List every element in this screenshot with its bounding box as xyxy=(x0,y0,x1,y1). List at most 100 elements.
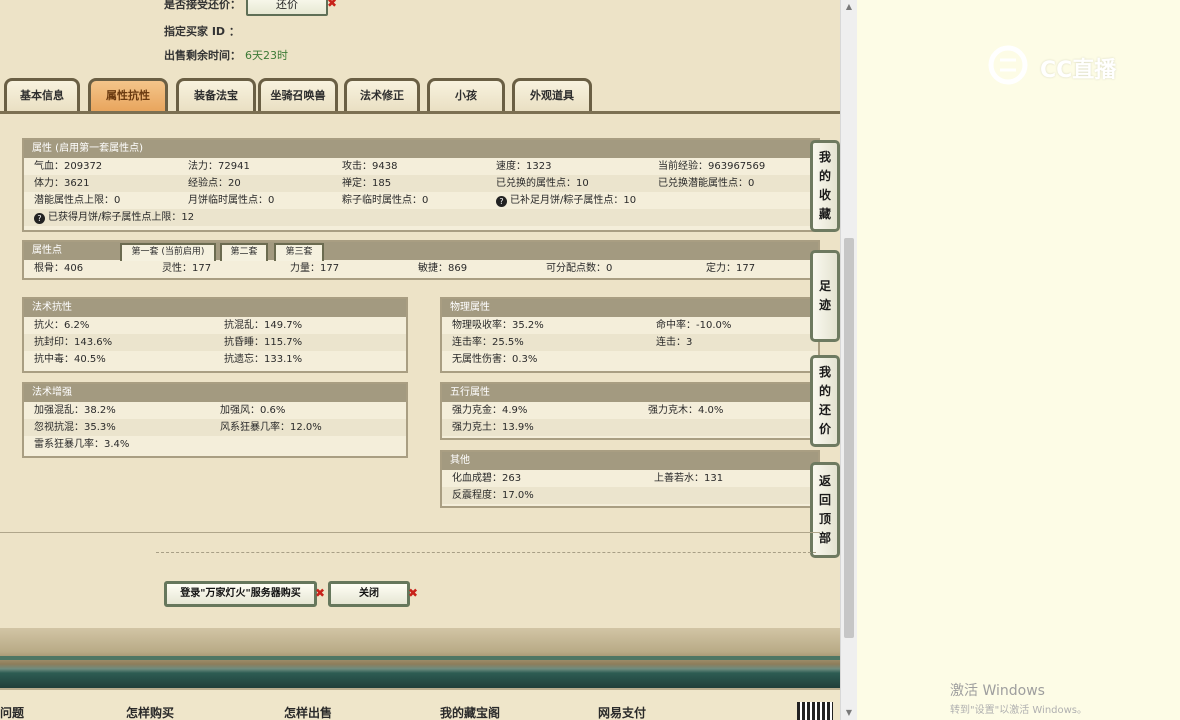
point-magic: 灵性：177 xyxy=(162,263,212,274)
vs-earth: 强力克土：13.9% xyxy=(452,422,534,433)
footer-link-my-treasure[interactable]: 我的藏宝阁 xyxy=(440,704,500,720)
resist-row: 抗中毒：40.5% 抗遗忘：133.1% xyxy=(24,351,406,368)
hit-rate: 命中率：-10.0% xyxy=(656,320,732,331)
tab-mount-summon[interactable]: 坐骑召唤兽 xyxy=(258,78,338,112)
resist-poison: 抗中毒：40.5% xyxy=(34,354,106,365)
scroll-up-icon[interactable]: ▲ xyxy=(841,0,857,14)
footer-link-faq[interactable]: 问题 xyxy=(0,704,24,720)
tab-divider xyxy=(0,111,840,114)
attr-mp: 法力：72941 xyxy=(188,161,250,172)
my-favorites-button[interactable]: 我的收藏 xyxy=(810,140,840,232)
resist-row: 抗火：6.2% 抗混乱：149.7% xyxy=(24,317,406,334)
back-to-top-button[interactable]: 返回顶部 xyxy=(810,462,840,558)
side-button-char: 返 xyxy=(818,474,831,488)
panel-header: 属性点 第一套 (当前启用) 第二套 第三套 xyxy=(24,242,818,261)
help-icon[interactable]: ? xyxy=(34,213,45,224)
dashed-divider xyxy=(156,552,816,553)
resist-fire: 抗火：6.2% xyxy=(34,320,90,331)
panel-title: 五行属性 xyxy=(442,384,818,402)
point-agility: 敏捷：869 xyxy=(418,263,468,274)
footer-link-netease-pay[interactable]: 网易支付 xyxy=(598,704,646,720)
attr-filled-points: ? 已补足月饼/粽子属性点：10 xyxy=(496,192,636,209)
footer-link-how-buy[interactable]: 怎样购买 xyxy=(126,704,174,720)
attr-obtained-limit: ? 已获得月饼/粽子属性点上限：12 xyxy=(34,209,194,226)
subtab-set-three[interactable]: 第三套 xyxy=(274,243,324,261)
tab-equipment[interactable]: 装备法宝 xyxy=(176,78,256,112)
login-buy-button[interactable]: 登录"万家灯火"服务器购买 xyxy=(164,581,317,607)
attributes-panel: 属性 (启用第一套属性点) 气血：209372 法力：72941 攻击：9438… xyxy=(22,138,820,232)
help-icon[interactable]: ? xyxy=(496,196,507,207)
spell-enhance-panel: 法术增强 加强混乱：38.2% 加强风：0.6% 忽视抗混：35.3% 风系狂暴… xyxy=(22,382,408,458)
panel-title: 物理属性 xyxy=(442,299,818,317)
windows-activation-title: 激活 Windows xyxy=(950,683,1045,699)
combo-count: 连击：3 xyxy=(656,337,693,348)
close-x-icon: ✖ xyxy=(315,586,326,600)
desktop-background xyxy=(857,0,1180,720)
section-divider xyxy=(0,532,820,533)
side-button-char: 我 xyxy=(818,365,831,379)
cc-live-logo-text: CC直播 xyxy=(1040,58,1117,83)
blood-to-jade: 化血成碧：263 xyxy=(452,473,522,484)
scroll-down-icon[interactable]: ▼ xyxy=(841,706,857,720)
attr-row: 潜能属性点上限：0 月饼临时属性点：0 粽子临时属性点：0 ? 已补足月饼/粽子属… xyxy=(24,192,818,209)
close-x-icon: ✖ xyxy=(408,586,419,600)
tab-attributes-resist[interactable]: 属性抗性 xyxy=(88,78,168,112)
attr-stamina: 体力：3621 xyxy=(34,178,90,189)
attr-attack: 攻击：9438 xyxy=(342,161,398,172)
attr-potential-limit: 潜能属性点上限：0 xyxy=(34,195,121,206)
side-button-char: 价 xyxy=(818,422,831,436)
remaining-time-label: 出售剩余时间： xyxy=(164,49,241,62)
counter-offer-button[interactable]: 还价 xyxy=(246,0,328,16)
physical-row: 连击率：25.5% 连击：3 xyxy=(442,334,818,351)
tab-spell-mod[interactable]: 法术修正 xyxy=(344,78,420,112)
enhance-wind: 加强风：0.6% xyxy=(220,405,286,416)
windows-activation-subtitle: 转到"设置"以激活 Windows。 xyxy=(950,705,1088,716)
attr-meditation: 禅定：185 xyxy=(342,178,392,189)
panel-title: 法术增强 xyxy=(24,384,406,402)
footprints-button[interactable]: 足迹 xyxy=(810,250,840,342)
resist-forget: 抗遗忘：133.1% xyxy=(224,354,303,365)
subtab-set-one[interactable]: 第一套 (当前启用) xyxy=(120,243,216,261)
counter-offer-row: 是否接受还价： xyxy=(164,0,241,12)
tab-child[interactable]: 小孩 xyxy=(427,78,505,112)
resist-sleep: 抗昏睡：115.7% xyxy=(224,337,303,348)
side-button-char: 顶 xyxy=(818,512,831,526)
enhance-row: 忽视抗混：35.3% 风系狂暴几率：12.0% xyxy=(24,419,406,436)
my-counter-offers-button[interactable]: 我的还价 xyxy=(810,355,840,447)
browser-content: 是否接受还价： 还价 ✖ 指定买家 ID ： 出售剩余时间： 6天23时 基本信息… xyxy=(0,0,857,720)
vs-metal: 强力克金：4.9% xyxy=(452,405,528,416)
attr-exp-points: 经验点：20 xyxy=(188,178,241,189)
side-button-char: 的 xyxy=(818,169,831,183)
attr-speed: 速度：1323 xyxy=(496,161,552,172)
footer-decoration xyxy=(0,628,840,688)
tab-appearance[interactable]: 外观道具 xyxy=(512,78,592,112)
counter-shock: 反震程度：17.0% xyxy=(452,490,534,501)
attr-row: ? 已获得月饼/粽子属性点上限：12 xyxy=(24,209,818,226)
side-button-char: 藏 xyxy=(818,207,831,221)
attr-exchanged-points: 已兑换的属性点：10 xyxy=(496,178,589,189)
scroll-thumb[interactable] xyxy=(844,238,854,638)
side-button-char: 我 xyxy=(818,150,831,164)
panel-title: 其他 xyxy=(442,452,818,470)
ignore-chaos-resist: 忽视抗混：35.3% xyxy=(34,422,116,433)
footer-link-how-sell[interactable]: 怎样出售 xyxy=(284,704,332,720)
panel-title: 属性点 xyxy=(32,245,62,256)
close-button[interactable]: 关闭 xyxy=(328,581,410,607)
other-panel: 其他 化血成碧：263 上善若水：131 反震程度：17.0% xyxy=(440,450,820,508)
physical-row: 物理吸收率：35.2% 命中率：-10.0% xyxy=(442,317,818,334)
resist-seal: 抗封印：143.6% xyxy=(34,337,113,348)
combo-rate: 连击率：25.5% xyxy=(452,337,524,348)
enhance-row: 雷系狂暴几率：3.4% xyxy=(24,436,406,453)
tab-basic-info[interactable]: 基本信息 xyxy=(4,78,80,112)
counter-offer-label: 是否接受还价： xyxy=(164,0,241,11)
attr-obtained-limit-text: 已获得月饼/粽子属性点上限：12 xyxy=(48,212,195,223)
side-button-char: 回 xyxy=(818,493,831,507)
vertical-scrollbar[interactable]: ▲ ▼ xyxy=(840,0,857,720)
enhance-row: 加强混乱：38.2% 加强风：0.6% xyxy=(24,402,406,419)
subtab-set-two[interactable]: 第二套 xyxy=(220,243,268,261)
enhance-chaos: 加强混乱：38.2% xyxy=(34,405,116,416)
point-strength: 力量：177 xyxy=(290,263,340,274)
element-row: 强力克土：13.9% xyxy=(442,419,818,436)
points-row: 根骨：406 灵性：177 力量：177 敏捷：869 可分配点数：0 定力：1… xyxy=(24,260,818,277)
buyer-id-label: 指定买家 ID ： xyxy=(164,25,240,38)
